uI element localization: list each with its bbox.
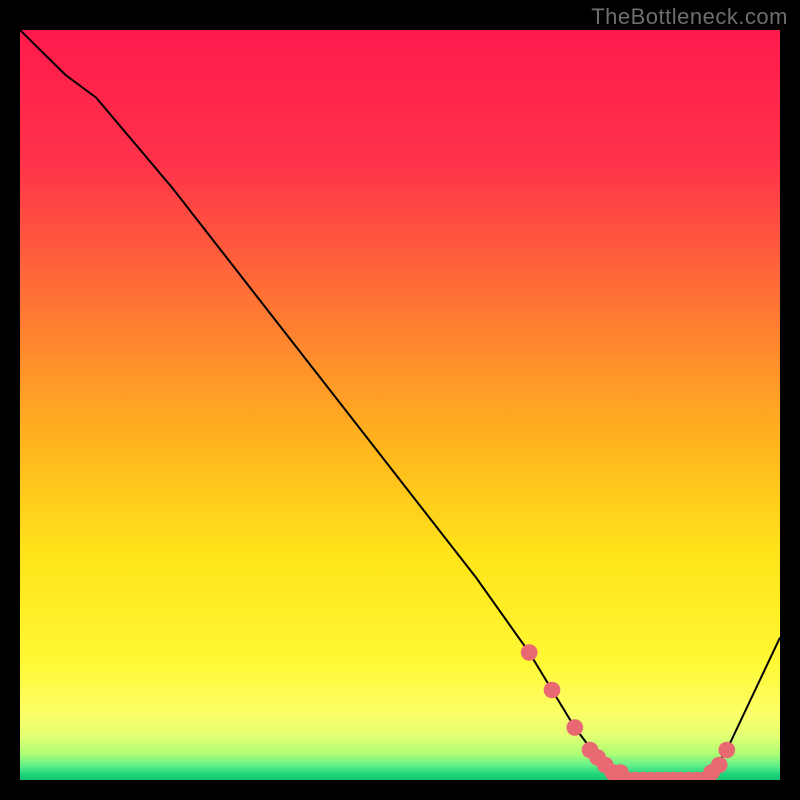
marker-dot (544, 682, 561, 699)
chart-stage: TheBottleneck.com (0, 0, 800, 800)
chart-panel (20, 30, 780, 780)
watermark-label: TheBottleneck.com (591, 4, 788, 30)
marker-dot (711, 757, 728, 774)
marker-dot (566, 719, 583, 736)
chart-svg (20, 30, 780, 780)
marker-dot (718, 742, 735, 759)
marker-dot (521, 644, 538, 661)
